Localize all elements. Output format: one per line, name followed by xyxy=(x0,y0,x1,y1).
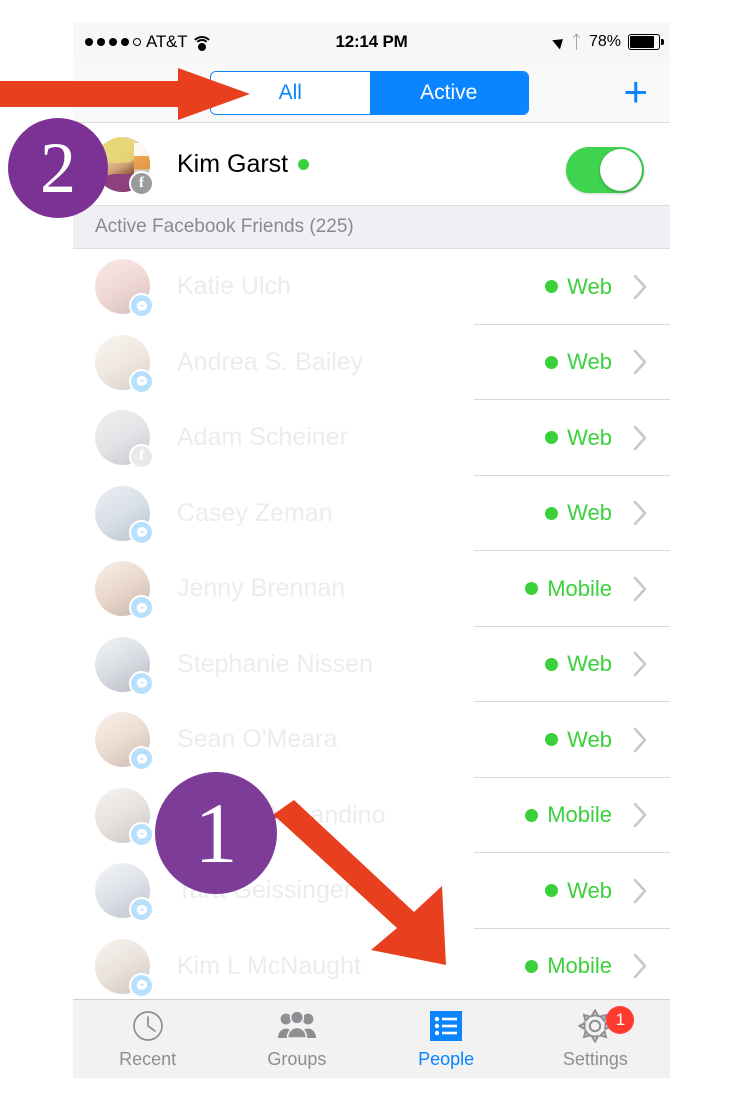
friend-status: Web xyxy=(545,400,612,476)
status-dot xyxy=(525,959,539,973)
tab-groups-label: Groups xyxy=(267,1049,327,1069)
add-contact-button[interactable]: + xyxy=(623,62,648,122)
friend-row[interactable]: Sean O'Meara Web xyxy=(73,702,670,778)
toggle-knob xyxy=(600,149,642,191)
facebook-badge-icon: f xyxy=(129,171,154,196)
segment-active[interactable]: Active xyxy=(369,72,528,114)
messenger-badge-icon xyxy=(129,670,154,696)
messenger-badge-icon xyxy=(129,897,154,922)
friend-status: Web xyxy=(545,853,612,929)
messenger-badge-icon xyxy=(129,293,154,318)
chevron-right-icon xyxy=(633,853,648,929)
friend-status: Web xyxy=(545,325,612,401)
tab-settings-label: Settings xyxy=(562,1049,628,1069)
friend-name: Andrea S. Bailey xyxy=(177,347,364,376)
chevron-right-icon xyxy=(633,400,648,476)
status-dot xyxy=(545,355,559,369)
annotation-arrow-1 xyxy=(254,800,446,965)
chevron-right-icon xyxy=(633,476,648,552)
online-status-dot xyxy=(298,158,310,170)
friend-row[interactable]: Andrea S. Bailey Web xyxy=(73,325,670,401)
tab-bar[interactable]: Recent Groups People 1 Settings xyxy=(73,999,670,1078)
facebook-badge-icon: f xyxy=(129,444,154,469)
friend-status: Web xyxy=(545,627,612,703)
friend-row[interactable]: Katie Ulch Web xyxy=(73,249,670,325)
chevron-right-icon xyxy=(633,249,648,325)
status-bar: AT&T 12:14 PM ᛏ 78% xyxy=(73,22,670,62)
status-bar-right: ᛏ 78% xyxy=(552,22,664,62)
friend-status: Mobile xyxy=(525,929,612,1005)
status-dot xyxy=(545,280,559,294)
status-label: Web xyxy=(567,349,612,375)
friend-status: Web xyxy=(545,249,612,325)
clock-icon xyxy=(132,1008,164,1044)
status-dot xyxy=(545,506,559,520)
location-arrow-icon xyxy=(552,34,567,50)
tab-people-label: People xyxy=(418,1049,475,1069)
messenger-badge-icon xyxy=(129,595,154,620)
current-user-name: Kim Garst xyxy=(177,149,289,178)
segmented-control[interactable]: All Active xyxy=(210,71,529,115)
list-icon xyxy=(430,1008,463,1044)
friend-name: Jenny Brennan xyxy=(177,574,346,603)
friend-name: Adam Scheiner xyxy=(177,423,348,452)
current-user-row[interactable]: f Kim Garst xyxy=(73,123,670,205)
friend-status: Mobile xyxy=(525,778,612,854)
status-label: Mobile xyxy=(547,802,612,828)
messenger-badge-icon xyxy=(129,746,154,771)
annotation-arrow-2 xyxy=(0,68,250,120)
friend-name: Stephanie Nissen xyxy=(177,649,373,678)
status-label: Web xyxy=(567,877,612,903)
status-dot xyxy=(545,733,559,747)
tab-recent[interactable]: Recent xyxy=(73,1000,222,1078)
status-label: Web xyxy=(567,726,612,752)
messenger-badge-icon xyxy=(129,821,154,847)
status-label: Web xyxy=(567,273,612,299)
tab-people[interactable]: People xyxy=(372,1000,521,1078)
status-dot xyxy=(545,657,559,671)
chevron-right-icon xyxy=(633,627,648,703)
friend-status: Web xyxy=(545,702,612,778)
status-dot xyxy=(545,884,559,898)
current-user-name-wrap: Kim Garst xyxy=(177,123,310,205)
bluetooth-icon: ᛏ xyxy=(571,32,582,52)
chevron-right-icon xyxy=(633,929,648,1005)
annotation-circle-1: 1 xyxy=(155,772,277,894)
chevron-right-icon xyxy=(633,551,648,627)
status-label: Web xyxy=(567,500,612,526)
battery-icon xyxy=(628,34,664,50)
friend-row[interactable]: Stephanie Nissen Web xyxy=(73,627,670,703)
messenger-badge-icon xyxy=(129,519,154,545)
friend-name: Casey Zeman xyxy=(177,498,333,527)
tab-groups[interactable]: Groups xyxy=(222,1000,371,1078)
status-dot xyxy=(545,431,559,445)
friend-name: Sean O'Meara xyxy=(177,725,338,754)
chevron-right-icon xyxy=(633,778,648,854)
friend-status: Mobile xyxy=(525,551,612,627)
friend-row[interactable]: Casey Zeman Web xyxy=(73,476,670,552)
people-icon xyxy=(277,1008,317,1044)
friend-name: Katie Ulch xyxy=(177,272,291,301)
chevron-right-icon xyxy=(633,325,648,401)
annotation-circle-2: 2 xyxy=(8,118,108,218)
messenger-badge-icon xyxy=(129,368,154,394)
status-label: Mobile xyxy=(547,953,612,979)
status-label: Web xyxy=(567,651,612,677)
friend-row[interactable]: Jenny Brennan Mobile xyxy=(73,551,670,627)
messenger-badge-icon xyxy=(129,972,154,998)
tab-recent-label: Recent xyxy=(119,1049,177,1069)
status-label: Web xyxy=(567,424,612,450)
friend-row[interactable]: f Adam Scheiner Web xyxy=(73,400,670,476)
chevron-right-icon xyxy=(633,702,648,778)
status-label: Mobile xyxy=(547,575,612,601)
availability-toggle[interactable] xyxy=(566,147,644,193)
tab-settings[interactable]: 1 Settings xyxy=(521,1000,670,1078)
battery-percent-label: 78% xyxy=(588,33,621,50)
status-dot xyxy=(525,808,539,822)
friend-status: Web xyxy=(545,476,612,552)
settings-badge: 1 xyxy=(606,1006,635,1034)
status-dot xyxy=(525,582,539,596)
section-header: Active Facebook Friends (225) xyxy=(73,205,670,249)
